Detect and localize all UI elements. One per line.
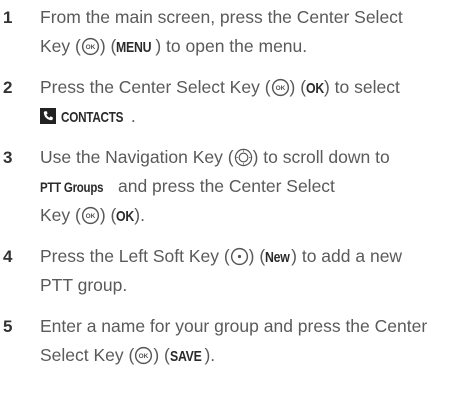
step-line: Use the Navigation Key ( ) to scroll down… [40,143,465,172]
step-number: 2 [3,78,13,97]
text-run: Use the Navigation Key ( [40,147,234,167]
step-line: Select Key ( OK ) (SAVE). [40,341,465,370]
menu-label-ptt-groups: PTT Groups [40,179,104,195]
step-line: Press the Left Soft Key ( ) (New) to add … [40,242,465,271]
key-label-ok: OK [116,208,135,225]
step-number: 4 [3,247,13,266]
text-run: ). [204,345,216,365]
step-text: From the main screen, press the Center S… [40,3,465,61]
text-run: ) to select [323,77,400,97]
ok-key-icon: OK [81,206,100,225]
step-text: Use the Navigation Key ( ) to scroll down… [40,143,465,230]
text-run: ) ( [248,246,266,266]
step-text: Press the Left Soft Key ( ) (New) to add … [40,242,465,300]
step-number: 3 [3,148,13,167]
key-label-save: SAVE [169,348,202,365]
text-run: ) to add a new [291,246,403,266]
ok-key-icon: OK [81,37,100,56]
step-line: PTT Groups and press the Center Select [40,172,465,201]
step-line: Enter a name for your group and press th… [40,312,465,341]
key-label-new: New [265,249,290,266]
text-run: Press the Center Select Key ( [40,77,271,97]
text-run: and press the Center Select [113,176,335,196]
step-line: Key ( OK) (MENU) to open the menu. [40,32,465,61]
left-soft-key-icon [230,247,249,266]
svg-text:OK: OK [275,85,285,92]
step-line: PTT group. [40,271,465,300]
key-label-menu: MENU [116,39,152,56]
text-run: ) to open the menu. [155,36,308,56]
svg-text:OK: OK [86,44,96,51]
text-run: PTT group. [40,275,128,295]
step-text: Press the Center Select Key (OK) (OK) to… [40,73,465,131]
svg-text:OK: OK [86,213,96,220]
step-line: Press the Center Select Key (OK) (OK) to… [40,73,465,102]
text-run: Key ( [40,36,81,56]
navigation-key-icon [234,148,253,167]
text-run: ). [134,205,145,225]
svg-text:OK: OK [139,353,149,360]
step-text: Enter a name for your group and press th… [40,312,465,370]
step-number: 5 [3,317,13,336]
ok-key-icon: OK [134,346,153,365]
menu-label-contacts: CONTACTS [61,109,124,126]
text-run: ) ( [289,77,307,97]
ok-key-icon: OK [271,78,290,97]
text-run: ) ( [99,36,117,56]
text-run: From the main screen, press the Center S… [40,7,403,27]
text-run: . [130,106,136,126]
text-run: Press the Left Soft Key ( [40,246,230,266]
contacts-icon [40,108,56,124]
step-number: 1 [3,8,13,27]
text-run: Key ( [40,205,81,225]
text-run: Select Key ( [40,345,135,365]
text-run: ) to scroll down to [252,147,390,167]
step-line: CONTACTS. [40,102,465,131]
step-line: Key ( OK) (OK). [40,201,465,230]
text-run: ) ( [153,345,170,365]
step-line: From the main screen, press the Center S… [40,3,465,32]
key-label-ok: OK [306,80,325,97]
text-run: ) ( [99,205,117,225]
text-run: Enter a name for your group and press th… [40,316,428,336]
